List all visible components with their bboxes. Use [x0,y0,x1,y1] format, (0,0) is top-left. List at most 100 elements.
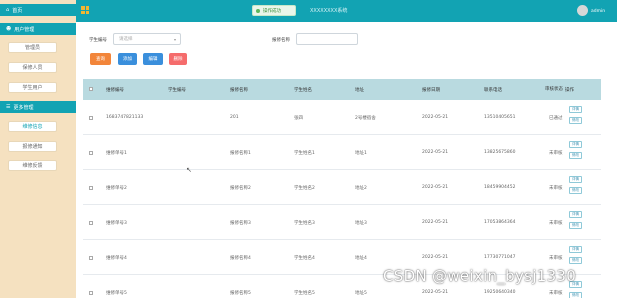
cell-address: 地址5 [355,291,367,296]
col-status: 审核状态 [545,86,563,92]
col-repair-no: 维修编号 [106,87,124,93]
table-row[interactable] [83,205,601,240]
row-checkbox[interactable] [89,151,93,155]
view-button[interactable]: 详情 [569,246,582,253]
select-placeholder: 请选择 [119,37,133,42]
cell-address: 地址1 [355,151,367,156]
row-checkbox[interactable] [89,291,93,295]
sidebar-item-repair-notice[interactable]: 报修通知 [8,141,57,152]
edit-row-button[interactable]: 修改 [569,117,582,124]
cell-phone: 18459904452 [484,185,516,190]
sidebar-item-repair-feedback[interactable]: 维修反馈 [8,160,57,171]
cell-student-name: 学生姓名5 [294,291,315,296]
cell-status: 未审核 [549,186,563,191]
item-name-input[interactable] [296,33,358,45]
row-checkbox[interactable] [89,221,93,225]
cell-repair-no: 维修单号5 [106,291,127,296]
view-button[interactable]: 详情 [569,106,582,113]
sidebar-home-label: 首页 [12,7,23,14]
watermark: CSDN @weixin_bysj1330 [383,267,577,285]
cell-student-name: 学生姓名3 [294,221,315,226]
cell-date: 2022-05-21 [422,220,449,225]
cell-date: 2022-05-21 [422,290,449,295]
edit-row-button[interactable]: 修改 [569,187,582,194]
sidebar-group-label: 更多管理 [13,104,34,111]
add-button[interactable]: 添加 [118,53,137,65]
cell-address: 地址3 [355,221,367,226]
cell-item-name: 报修名称2 [230,186,251,191]
query-button[interactable]: 查询 [90,53,111,65]
cell-address: 地址4 [355,256,367,261]
cell-date: 2022-05-21 [422,115,449,120]
table-row[interactable] [83,100,601,135]
col-actions: 操作 [565,87,574,93]
edit-row-button[interactable]: 修改 [569,152,582,159]
edit-row-button[interactable]: 修改 [569,222,582,229]
select-all-checkbox[interactable] [89,87,93,91]
cell-status: 未审核 [549,291,563,296]
cell-status: 未审核 [549,256,563,261]
cell-item-name: 报修名称4 [230,256,251,261]
cell-repair-no: 维修单号1 [106,151,127,156]
top-bar: 操作成功 XXXXXXXX系统 admin [0,0,617,22]
sidebar-group-label: 用户管理 [14,26,35,33]
user-name[interactable]: admin [591,9,605,14]
row-checkbox[interactable] [89,116,93,120]
sidebar-group-user-management[interactable]: ☻ 用户管理 [0,23,76,35]
student-no-select[interactable]: 请选择 ▾ [113,33,181,45]
chevron-down-icon: ▾ [173,37,176,42]
cell-repair-no: 维修单号4 [106,256,127,261]
sidebar-item-repair-staff[interactable]: 保修人员 [8,62,57,73]
sidebar-item-admin[interactable]: 管理员 [8,42,57,53]
edit-button[interactable]: 编辑 [143,53,163,65]
cell-item-name: 201 [230,115,239,120]
table-row[interactable] [83,170,601,205]
item-name-label: 报修名称 [272,38,290,43]
menu-icon: ☰ [6,104,11,110]
edit-row-button[interactable]: 修改 [569,257,582,264]
check-icon [256,8,260,13]
app-grid-icon[interactable] [81,6,89,14]
cell-date: 2022-05-21 [422,185,449,190]
cell-date: 2022-05-21 [422,150,449,155]
cell-repair-no: 维修单号3 [106,221,127,226]
student-no-label: 学生编号 [89,38,107,43]
col-item-name: 报修名称 [230,87,248,93]
col-date: 报修日期 [422,87,440,93]
cell-student-name: 张四 [294,116,303,121]
cell-address: 2号楼宿舍 [355,116,376,121]
cell-phone: 13825675860 [484,150,516,155]
row-checkbox[interactable] [89,256,93,260]
col-address: 地址 [355,87,364,93]
view-button[interactable]: 详情 [569,211,582,218]
sidebar: ⌂ 首页 ☻ 用户管理 管理员 保修人员 学生用户 ☰ 更多管理 维修信息 报修… [0,0,76,298]
user-icon: ☻ [6,26,12,32]
col-phone: 联系电话 [484,87,502,93]
avatar[interactable] [577,5,588,16]
sidebar-item-repair-info[interactable]: 维修信息 [8,121,57,132]
cell-address: 地址2 [355,186,367,191]
col-student-no: 学生编号 [168,87,186,93]
cell-student-name: 学生姓名1 [294,151,315,156]
view-button[interactable]: 详情 [569,141,582,148]
cell-date: 2022-05-21 [422,255,449,260]
mouse-cursor-icon: ↖ [186,166,192,174]
table-row[interactable] [83,135,601,170]
sidebar-item-home[interactable]: ⌂ 首页 [0,4,76,16]
row-checkbox[interactable] [89,186,93,190]
cell-status: 未审核 [549,221,563,226]
cell-phone: 17053864364 [484,220,516,225]
sidebar-item-student-users[interactable]: 学生用户 [8,82,57,93]
delete-button[interactable]: 删除 [169,53,187,65]
cell-phone: 13510405651 [484,115,516,120]
col-student-name: 学生姓名 [294,87,312,93]
cell-status: 未审核 [549,151,563,156]
edit-row-button[interactable]: 修改 [569,292,582,298]
cell-repair-no: 1683747821133 [106,115,144,120]
cell-item-name: 报修名称5 [230,291,251,296]
table-header: 维修编号 学生编号 报修名称 学生姓名 地址 报修日期 联系电话 审核状态 操作 [83,79,601,100]
cell-repair-no: 维修单号2 [106,186,127,191]
toast-text: 操作成功 [263,8,281,14]
view-button[interactable]: 详情 [569,176,582,183]
sidebar-group-more-management[interactable]: ☰ 更多管理 [0,101,76,113]
